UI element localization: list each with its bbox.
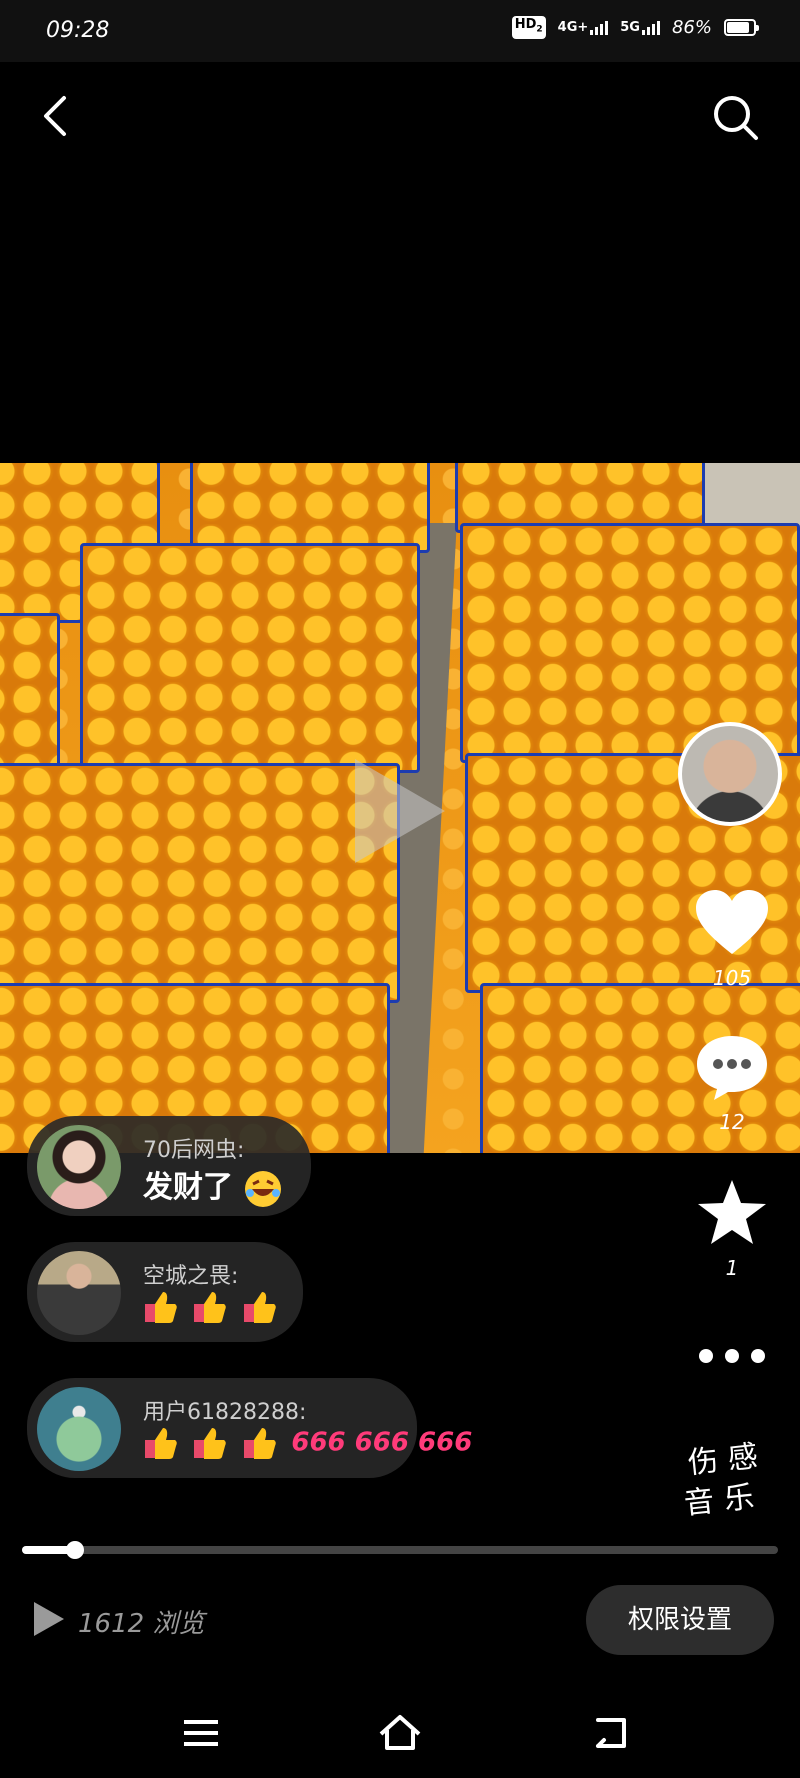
search-button[interactable] xyxy=(708,90,764,146)
laughing-emoji-icon xyxy=(245,1170,282,1207)
play-icon[interactable] xyxy=(355,759,445,863)
comment-item[interactable]: 70后网虫: 发财了 xyxy=(27,1116,311,1216)
music-label[interactable]: 伤感 音乐 xyxy=(682,1436,774,1524)
video-crate xyxy=(80,543,420,773)
like-button[interactable]: 105 xyxy=(672,888,792,990)
comment-text xyxy=(143,1288,281,1324)
system-nav-bar xyxy=(0,1690,800,1778)
signal-icon xyxy=(590,19,609,36)
nav-menu-button[interactable] xyxy=(176,1708,226,1758)
heart-icon xyxy=(696,890,768,954)
network-4g-indicator: 4G+ xyxy=(558,19,609,36)
hd-badge: HD2 xyxy=(511,16,546,39)
status-indicators: HD2 4G+ 5G 86% xyxy=(511,16,759,39)
battery-icon xyxy=(724,18,759,36)
comment-count: 12 xyxy=(719,1110,745,1134)
commenter-name: 空城之畏: xyxy=(143,1264,239,1289)
commenter-name: 70后网虫: xyxy=(143,1138,245,1163)
commenter-name: 用户61828288: xyxy=(143,1400,307,1425)
view-count: 1612 浏览 xyxy=(78,1609,205,1639)
comment-bubble-icon xyxy=(697,1036,767,1100)
thumbs-up-icon xyxy=(243,1291,276,1323)
comment-text: 发财了 xyxy=(143,1162,283,1209)
more-dots-icon xyxy=(699,1349,765,1363)
nav-home-button[interactable] xyxy=(375,1708,425,1758)
progress-bar[interactable] xyxy=(22,1541,778,1559)
more-button[interactable] xyxy=(672,1338,792,1378)
home-icon xyxy=(379,1715,421,1750)
commenter-avatar xyxy=(37,1125,121,1209)
status-time: 09:28 xyxy=(46,18,110,43)
comment-text: 666 666 666 xyxy=(143,1424,472,1460)
comment-item[interactable]: 用户61828288: 666 666 666 xyxy=(27,1378,472,1478)
favorite-count: 1 xyxy=(725,1256,739,1280)
comment-666: 666 666 666 xyxy=(291,1427,473,1458)
signal-icon xyxy=(641,19,660,36)
status-bar: 09:28 HD2 4G+ 5G 86% xyxy=(0,0,800,62)
thumbs-up-icon xyxy=(145,1291,177,1323)
favorite-button[interactable]: 1 xyxy=(672,1178,792,1280)
thumbs-up-icon xyxy=(194,1427,227,1459)
back-button[interactable] xyxy=(34,88,80,144)
menu-icon xyxy=(184,1720,218,1746)
thumbs-up-icon xyxy=(243,1427,276,1459)
video-crate xyxy=(0,763,400,1003)
thumbs-up-icon xyxy=(194,1291,227,1323)
author-avatar[interactable] xyxy=(678,722,782,826)
video-crate xyxy=(190,463,430,553)
back-arrow-icon xyxy=(596,1718,626,1748)
play-icon xyxy=(34,1602,64,1636)
commenter-avatar xyxy=(37,1387,121,1471)
progress-knob[interactable] xyxy=(65,1541,84,1559)
commenter-avatar xyxy=(37,1251,121,1335)
search-icon xyxy=(714,96,758,140)
thumbs-up-icon xyxy=(145,1427,177,1459)
star-icon xyxy=(698,1180,766,1244)
play-button[interactable] xyxy=(32,1600,66,1642)
like-count: 105 xyxy=(712,966,752,990)
comment-item[interactable]: 空城之畏: xyxy=(27,1242,303,1342)
comment-button[interactable]: 12 xyxy=(672,1032,792,1134)
battery-percent: 86% xyxy=(671,16,712,38)
chevron-left-icon xyxy=(44,96,66,136)
network-5g-indicator: 5G xyxy=(620,19,660,36)
nav-back-button[interactable] xyxy=(586,1708,636,1758)
permission-settings-button[interactable]: 权限设置 xyxy=(586,1585,774,1655)
